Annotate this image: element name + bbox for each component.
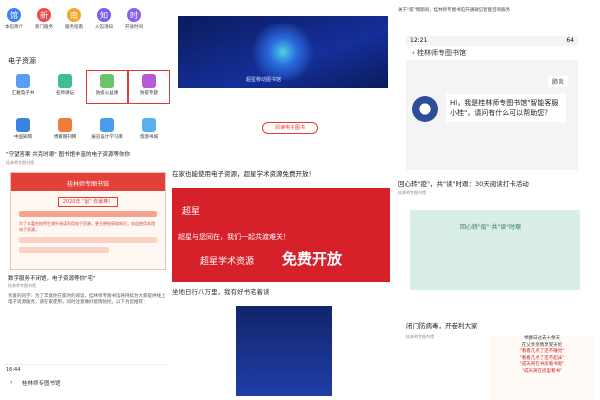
article2-paragraph: 亲爱的同学：为了丰富你在家时的阅读，桂林师专图书馆将持续为大家提供线上电子资源服… (8, 294, 166, 305)
poster-text: 为了丰富在校师生课外阅读利用电子资源，更方便地获取知识，欢迎使用本馆电子资源。 (19, 221, 155, 232)
chaoxing-logo: 超星 (182, 207, 201, 217)
read-ebook-button[interactable]: 阅读电子图书 (262, 122, 318, 134)
wechat-chat: 12:21 64 ‹ 桂林师专图书馆 肺炎 Hi，我是桂林师专图书馆"智能客服小… (406, 36, 578, 170)
book-icon (16, 74, 30, 88)
library-emblem-icon (412, 96, 438, 122)
bot-bubble: Hi，我是桂林师专图书馆"智能客服小桂"，请问有什么可以帮助您？ (446, 94, 566, 122)
back-icon[interactable]: ‹ (10, 379, 12, 386)
document-icon (100, 74, 114, 88)
article2-title[interactable]: 数字服务不闭馆，电子资源等你"宅" (8, 274, 96, 282)
closed-title[interactable]: 闭门防病毒，开卷利大家 (406, 320, 478, 330)
article-meta: 桂林师专图书馆 (6, 160, 34, 165)
clock-icon: 时 (127, 8, 141, 22)
app-service-guide[interactable]: 南服务指南 (60, 8, 88, 44)
chart-icon (142, 74, 156, 88)
tile-lecture[interactable]: 名师讲坛 (46, 72, 84, 102)
tile-epidemic-topic[interactable]: 防疫专题 (128, 70, 170, 104)
chat-nav: ‹ 桂林师专图书馆 (406, 46, 578, 60)
status-bar: 12:21 64 (410, 37, 574, 44)
poster-bar: 桂林师专图书馆 (11, 173, 165, 191)
tile-design-library[interactable]: 展览设计学习库 (88, 116, 126, 146)
section-title: 电子资源 (8, 57, 36, 65)
app-icon-row: 馆本馆简介 新新门服务 南服务指南 知入馆须知 时开放时间 (0, 8, 172, 44)
caption-bottom[interactable]: 坐地日行八万里，我有好书宅着读 (172, 286, 270, 296)
battery-icon: 64 (566, 37, 574, 44)
checkin-meta: 桂林师专图书馆 (398, 190, 426, 195)
tile-epidemic-course[interactable]: 防疫公益课 (86, 70, 128, 104)
app-entry-notice[interactable]: 知入馆须知 (90, 8, 118, 44)
top-title[interactable]: 关于"疫"情期间，桂林师专图书馆开通微信智能咨询服务 (398, 8, 592, 14)
checkin-banner: 回心转"疫"·共"读"时艰 (410, 210, 580, 290)
notice-icon: 知 (97, 8, 111, 22)
magazine-icon (58, 118, 72, 132)
article-title[interactable]: "守望答案 共克时艰" 图书馆丰富的电子资源等你你 (6, 150, 130, 158)
chaoxing-hero: 超星移动图书馆 (178, 16, 388, 88)
hero-caption: 超星移动图书馆 (246, 77, 282, 83)
closed-meta: 桂林师专图书馆 (406, 334, 434, 339)
resource-grid: 汇雅电子书 名师讲坛 防疫公益课 防疫专题 中国知网 博看期刊网 展览设计学习库… (4, 70, 172, 146)
poem-block: 举群日过去十余天 在父亲亲情享受天伦 "看看几点了还不睡觉" "看看几点了还不起… (490, 336, 594, 400)
cnki-icon (16, 118, 30, 132)
article2-meta: 桂林师专图书馆 (8, 283, 36, 288)
caption-free[interactable]: 在家也能使用电子资源，超星学术资源免费开放！ (172, 168, 315, 178)
poster-header: 2020年 "鼠" 你最棒！ (58, 197, 118, 207)
tile-periodicals[interactable]: 博看期刊网 (46, 116, 84, 146)
tile-ebook[interactable]: 汇雅电子书 (4, 72, 42, 102)
user-tag: 肺炎 (547, 76, 568, 87)
app-new-service[interactable]: 新新门服务 (30, 8, 58, 44)
hero-graphic (248, 24, 318, 80)
checkin-title[interactable]: 回心转"疫"，共"读"时艰：30天阅读打卡活动 (398, 178, 529, 188)
phone-title: 桂林师专图书馆 (22, 381, 61, 387)
chaoxing-hero-2 (236, 306, 332, 396)
app-intro[interactable]: 馆本馆简介 (0, 8, 28, 44)
app-open-hours[interactable]: 时开放时间 (120, 8, 148, 44)
tile-cnki[interactable]: 中国知网 (4, 116, 42, 146)
guide-icon: 南 (67, 8, 81, 22)
design-icon (100, 118, 114, 132)
phone-bar: 16:44 ‹ 桂林师专图书馆 (4, 364, 168, 394)
bookstore-icon (142, 118, 156, 132)
phone-time: 16:44 (6, 367, 21, 373)
poster: 桂林师专图书馆 2020年 "鼠" 你最棒！ 为了丰富在校师生课外阅读利用电子资… (10, 172, 166, 270)
lecture-icon (58, 74, 72, 88)
library-icon: 馆 (7, 8, 21, 22)
new-icon: 新 (37, 8, 51, 22)
chaoxing-banner: 超星 超星与您同在，我们一起共渡难关！ 超星学术资源 免费开放 (172, 188, 390, 282)
tile-bookstore[interactable]: 悠悠书城 (130, 116, 168, 146)
